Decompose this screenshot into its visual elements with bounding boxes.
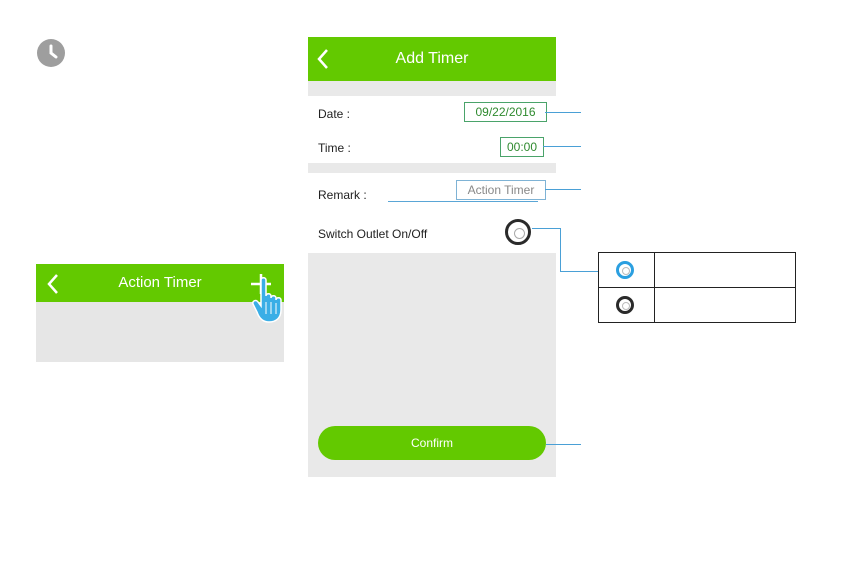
action-timer-screen: Action Timer [36,264,284,362]
toggle-legend-table [598,252,796,323]
time-label: Time : [318,141,351,155]
confirm-callout-line [546,444,581,445]
toggle-on-icon [616,261,634,279]
clock-icon [37,39,65,67]
date-label: Date : [318,107,351,121]
toggle-callout-line-a [532,228,560,229]
remark-input-underline [388,201,538,202]
switch-outlet-label: Switch Outlet On/Off [318,227,428,241]
toggle-callout-line-c [560,271,598,272]
add-timer-header: Add Timer [308,37,556,81]
time-value-field[interactable]: 00:00 [500,137,544,157]
remark-input[interactable]: Action Timer [456,180,546,200]
remark-label: Remark : [318,188,367,202]
add-timer-screen: Add Timer Date : 09/22/2016 Time : 00:00… [308,37,556,477]
time-callout-line [543,146,581,147]
hand-pointer-icon [252,276,286,329]
remark-switch-section: Remark : Action Timer Switch Outlet On/O… [308,173,556,253]
date-callout-line [545,112,581,113]
toggle-off-icon [616,296,634,314]
toggle-on-dot [622,267,630,275]
date-time-section: Date : 09/22/2016 Time : 00:00 [308,96,556,163]
legend-column-divider [654,253,655,322]
add-timer-title: Add Timer [395,50,469,67]
date-value-field[interactable]: 09/22/2016 [464,102,547,122]
toggle-callout-line-b [560,228,561,271]
switch-outlet-toggle[interactable] [505,219,531,245]
action-timer-title: Action Timer [118,274,202,291]
confirm-button[interactable]: Confirm [318,426,546,460]
toggle-off-dot [622,302,630,310]
action-timer-header: Action Timer [36,264,284,302]
remark-callout-line [545,189,581,190]
toggle-power-icon [514,228,525,239]
